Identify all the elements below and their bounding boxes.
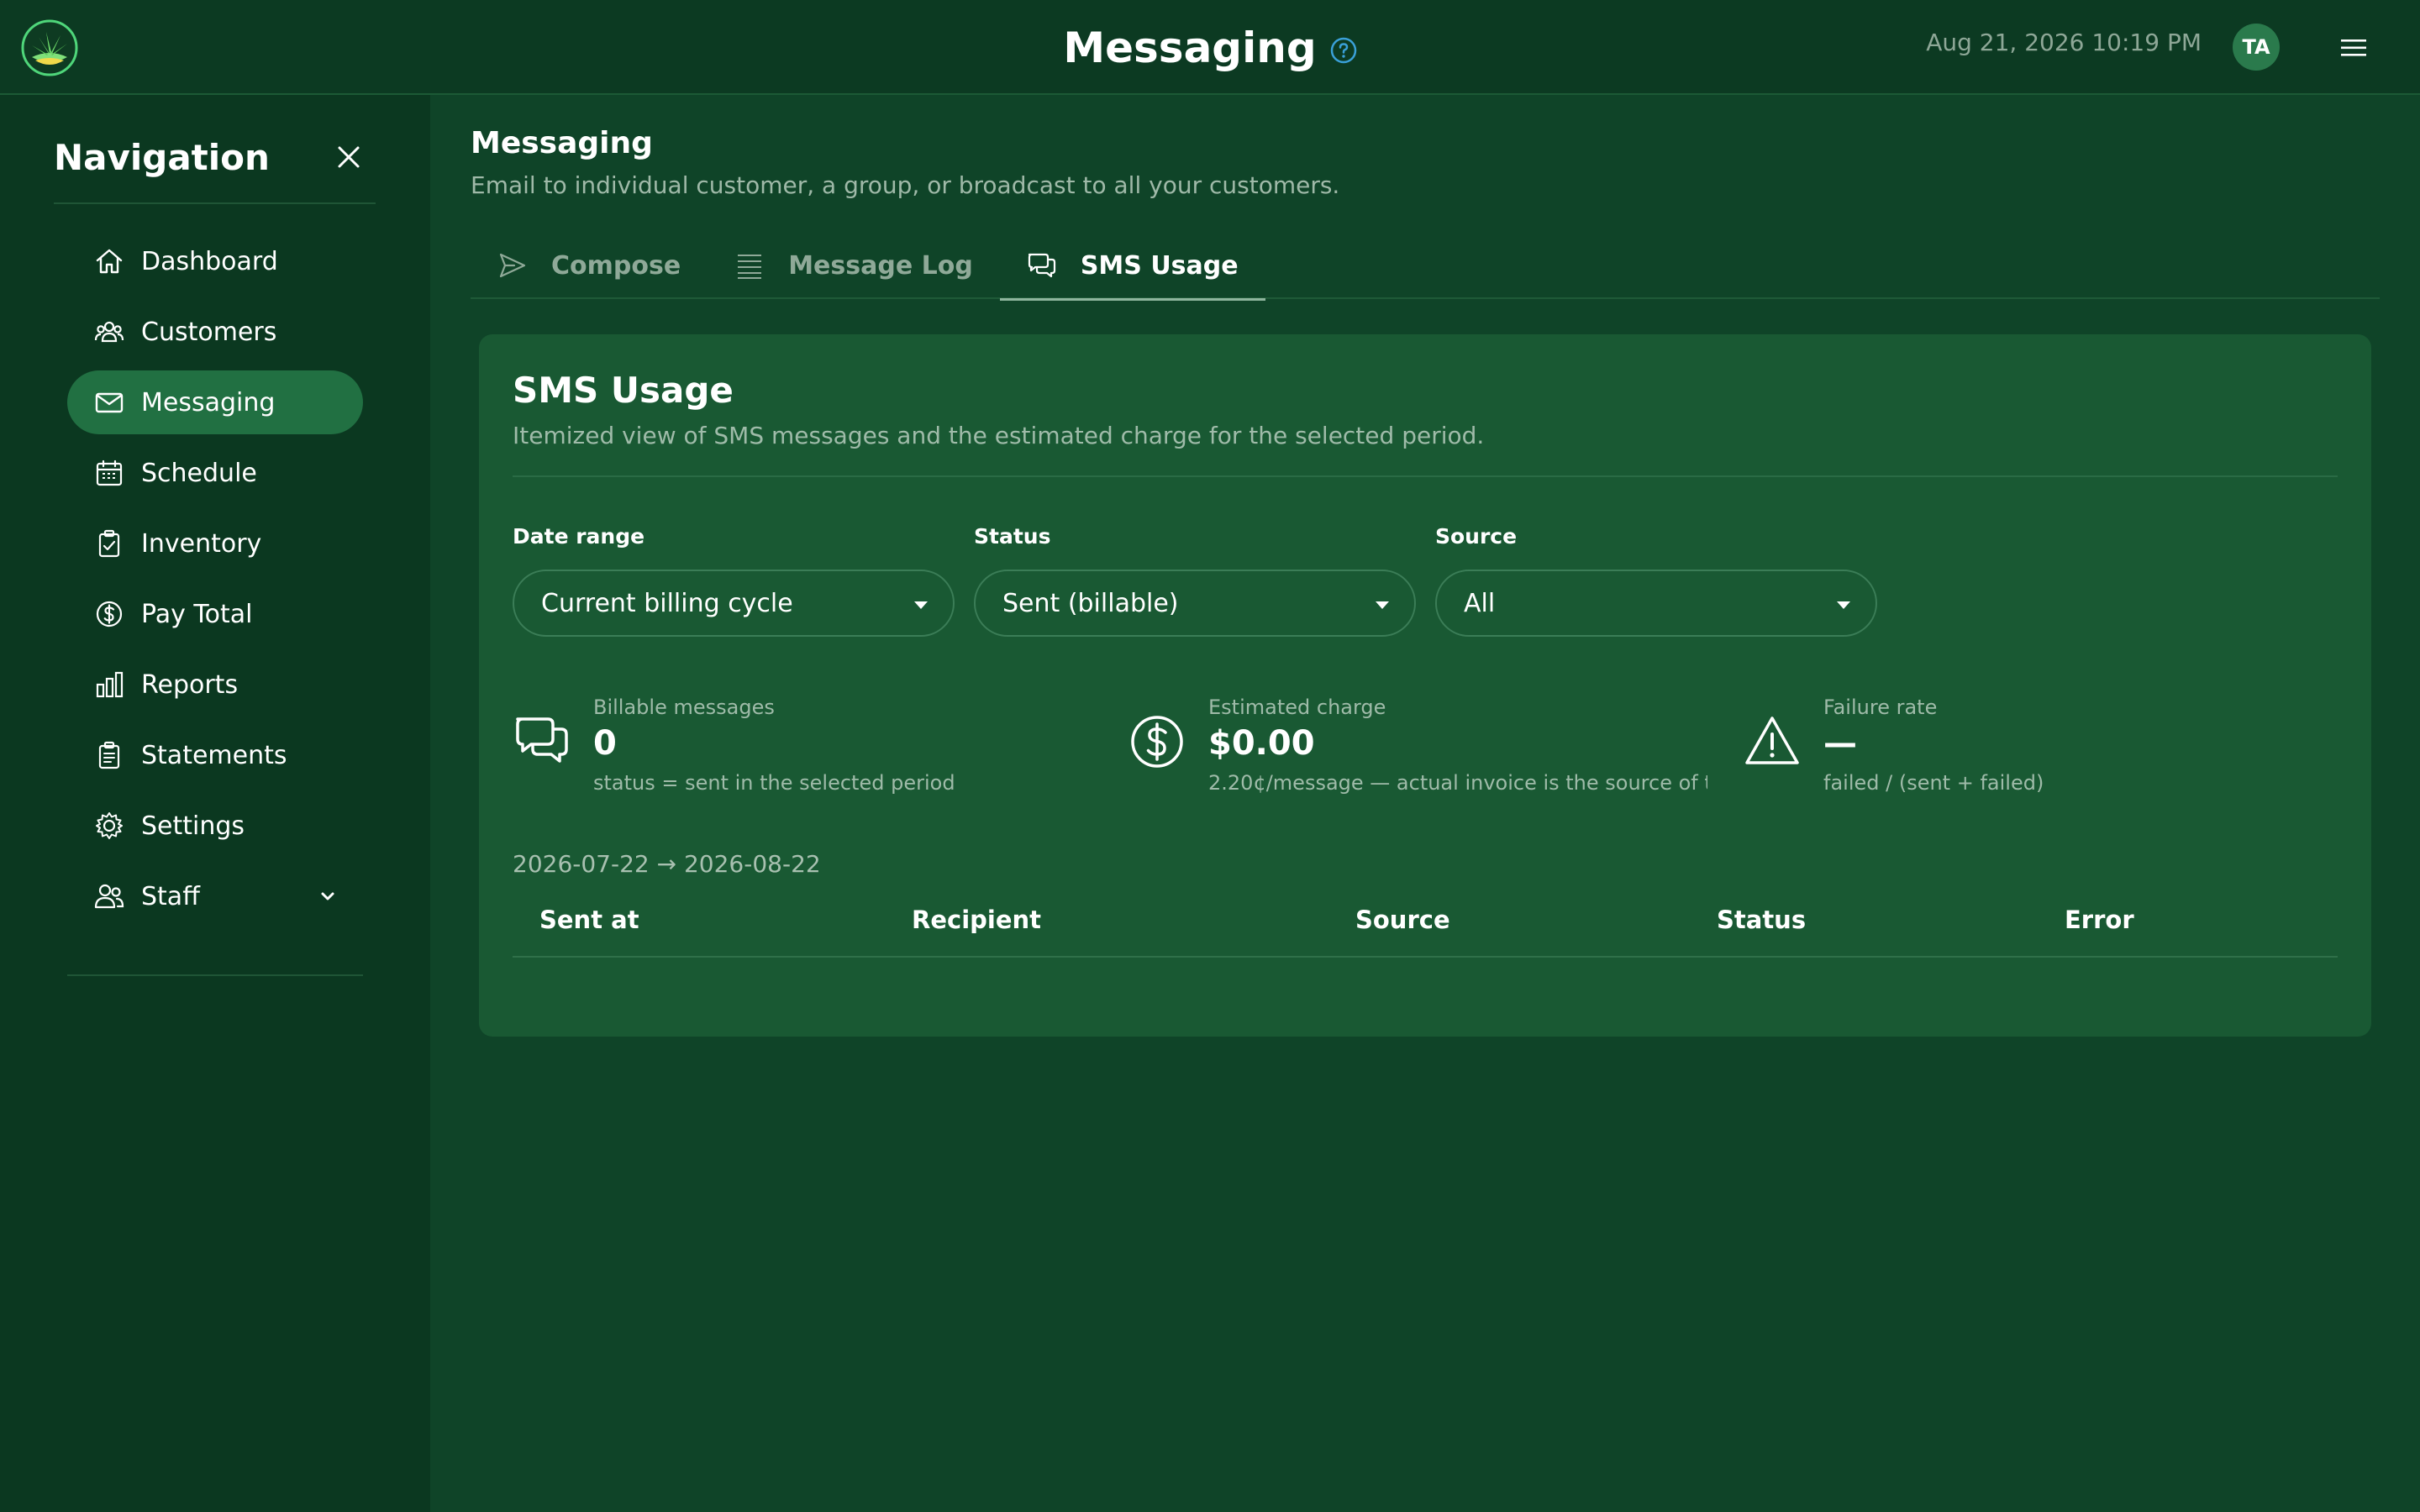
chevron-down-icon[interactable] (316, 885, 339, 908)
status-select[interactable]: Sent (billable) (974, 570, 1416, 637)
staff-icon (94, 884, 124, 909)
page-title: Messaging (1063, 23, 1317, 72)
source-filter: Source All (1435, 524, 1877, 637)
tab-label: SMS Usage (1080, 250, 1239, 281)
document-icon (98, 741, 120, 769)
sidebar-item-customers[interactable]: Customers (67, 300, 363, 364)
tab-compose[interactable]: Compose (471, 232, 708, 299)
sidebar-item-reports[interactable]: Reports (67, 653, 363, 717)
stat-note: status = sent in the selected period (593, 771, 955, 795)
filter-label: Status (974, 524, 1051, 549)
menu-icon[interactable] (2339, 34, 2368, 62)
filter-label: Date range (513, 524, 645, 549)
chat-icon (1028, 253, 1055, 278)
stat-label: Billable messages (593, 696, 775, 719)
sidebar-title: Navigation (54, 137, 270, 178)
column-header-recipient[interactable]: Recipient (912, 906, 1041, 934)
caret-down-icon (1376, 601, 1389, 609)
sidebar-item-schedule[interactable]: Schedule (67, 441, 363, 505)
card-divider (513, 475, 2338, 477)
close-icon[interactable] (334, 143, 363, 171)
card-title: SMS Usage (513, 370, 734, 411)
list-icon (738, 255, 762, 279)
status-filter: Status Sent (billable) (974, 524, 1416, 637)
stat-value: — (1823, 724, 1857, 763)
column-header-status[interactable]: Status (1717, 906, 1806, 934)
stat-note: failed / (sent + failed) (1823, 771, 2044, 795)
sidebar: Navigation Dashboard Customers Messaging… (0, 95, 430, 1512)
stat-label: Estimated charge (1208, 696, 1386, 719)
dollar-icon (1131, 716, 1183, 768)
stat-label: Failure rate (1823, 696, 1938, 719)
stat-value: $0.00 (1208, 724, 1315, 763)
estimated-charge-stat: Estimated charge $0.00 2.20¢/message — a… (1094, 687, 1707, 805)
sidebar-item-statements[interactable]: Statements (67, 723, 363, 787)
sms-usage-card: SMS Usage Itemized view of SMS messages … (479, 334, 2371, 1037)
filter-label: Source (1435, 524, 1518, 549)
sidebar-item-label: Schedule (141, 458, 257, 488)
sidebar-item-staff[interactable]: Staff (67, 864, 363, 928)
sidebar-divider (67, 974, 363, 976)
sidebar-item-label: Staff (141, 881, 200, 911)
users-icon (94, 321, 124, 343)
tab-label: Compose (551, 250, 681, 281)
sidebar-item-label: Customers (141, 317, 277, 347)
date-range-text: 2026-07-22 → 2026-08-22 (513, 850, 821, 878)
send-icon (499, 253, 526, 278)
top-bar: Messaging Aug 21, 2026 10:19 PM TA (0, 0, 2420, 95)
section-subtitle: Email to individual customer, a group, o… (471, 171, 1340, 199)
help-icon[interactable] (1330, 37, 1357, 64)
sidebar-item-label: Settings (141, 811, 245, 841)
section-heading: Messaging (471, 126, 653, 160)
sidebar-nav: Dashboard Customers Messaging Schedule I… (67, 229, 363, 935)
failure-rate-stat: Failure rate — failed / (sent + failed) (1709, 687, 2297, 805)
gear-icon (96, 812, 123, 839)
column-header-sent-at[interactable]: Sent at (539, 906, 639, 934)
bar-chart-icon (96, 671, 124, 698)
tab-bar: Compose Message Log SMS Usage (471, 232, 2380, 301)
caret-down-icon (1837, 601, 1850, 609)
select-value: All (1464, 588, 1496, 618)
select-value: Sent (billable) (1002, 588, 1179, 618)
home-icon (96, 249, 123, 274)
tab-label: Message Log (788, 250, 973, 281)
date-range-filter: Date range Current billing cycle (513, 524, 955, 637)
sidebar-item-label: Messaging (141, 387, 276, 417)
column-header-error[interactable]: Error (2065, 906, 2134, 934)
column-header-source[interactable]: Source (1355, 906, 1450, 934)
sidebar-item-label: Reports (141, 669, 239, 700)
current-datetime: Aug 21, 2026 10:19 PM (1926, 29, 2202, 56)
chat-icon (516, 717, 568, 763)
usage-table-header: Sent at Recipient Source Status Error (513, 889, 2338, 958)
stat-note: 2.20¢/message — actual invoice is the so… (1208, 771, 1707, 795)
tab-sms-usage[interactable]: SMS Usage (999, 232, 1265, 301)
tab-message-log[interactable]: Message Log (708, 232, 1000, 299)
stat-value: 0 (593, 724, 617, 763)
sidebar-divider (54, 202, 376, 204)
clipboard-icon (98, 529, 120, 558)
mail-icon (95, 392, 124, 413)
sidebar-item-inventory[interactable]: Inventory (67, 512, 363, 575)
sidebar-item-label: Dashboard (141, 246, 278, 276)
sidebar-item-dashboard[interactable]: Dashboard (67, 229, 363, 293)
select-value: Current billing cycle (541, 588, 793, 618)
warning-icon (1745, 717, 1799, 764)
card-subtitle: Itemized view of SMS messages and the es… (513, 422, 1485, 449)
billable-messages-stat: Billable messages 0 status = sent in the… (479, 687, 1067, 805)
user-avatar[interactable]: TA (2233, 24, 2280, 71)
sidebar-item-label: Statements (141, 740, 287, 770)
sidebar-item-settings[interactable]: Settings (67, 794, 363, 858)
source-select[interactable]: All (1435, 570, 1877, 637)
date-range-select[interactable]: Current billing cycle (513, 570, 955, 637)
calendar-icon (96, 459, 123, 486)
caret-down-icon (914, 601, 928, 609)
sidebar-item-messaging[interactable]: Messaging (67, 370, 363, 434)
sidebar-item-pay-total[interactable]: Pay Total (67, 582, 363, 646)
sidebar-item-label: Inventory (141, 528, 262, 559)
dollar-icon (96, 601, 123, 627)
sidebar-item-label: Pay Total (141, 599, 253, 629)
